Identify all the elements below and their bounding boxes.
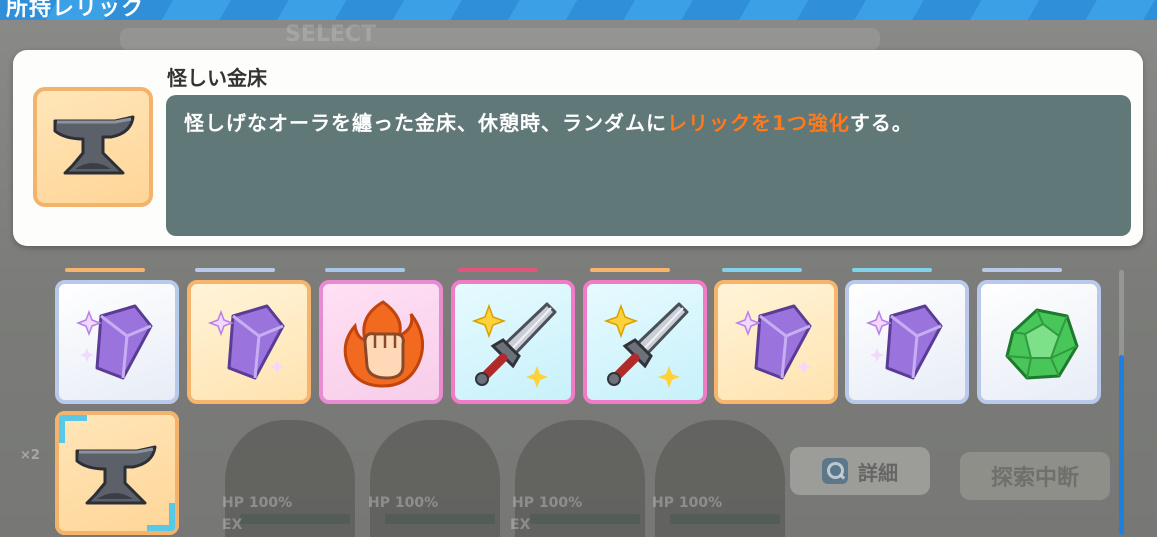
fire-fist-icon (343, 300, 425, 388)
grid-row-accent (458, 268, 538, 272)
background-select-label: SELECT (285, 22, 377, 47)
relic-slot[interactable] (977, 280, 1101, 404)
party-member-hp-label: HP 100% (222, 495, 293, 511)
background-count-badge: ×2 (20, 448, 40, 463)
grid-row-accent (590, 268, 670, 272)
relic-description: 怪しげなオーラを纏った金床、休憩時、ランダムにレリックを1つ強化する。 (184, 111, 913, 135)
detail-button[interactable]: 詳細 (790, 447, 930, 495)
background-select-bar (120, 28, 880, 50)
party-member-ex-label: EX (510, 517, 531, 533)
relic-slot-selected[interactable] (55, 411, 179, 535)
green-gem-icon (1005, 308, 1079, 380)
grid-row-accent (195, 268, 275, 272)
grid-row-accent (65, 268, 145, 272)
relic-slot[interactable] (845, 280, 969, 404)
screen-title: 所持レリック (6, 0, 145, 21)
relic-slot[interactable] (55, 280, 179, 404)
anvil-icon (53, 115, 135, 175)
party-member-hp-label: HP 100% (368, 495, 439, 511)
suspend-exploration-button[interactable]: 探索中断 (960, 452, 1110, 500)
grid-row-accent (325, 268, 405, 272)
relic-detail-panel: 怪しい金床 怪しげなオーラを纏った金床、休憩時、ランダムにレリックを1つ強化する… (13, 50, 1143, 246)
party-member-hp-bar (670, 514, 780, 524)
relic-slot[interactable] (451, 280, 575, 404)
party-member-hp-label: HP 100% (652, 495, 723, 511)
grid-row-accent (852, 268, 932, 272)
party-member-hp-label: HP 100% (512, 495, 583, 511)
magnifier-icon (822, 458, 848, 484)
party-member-ex-label: EX (222, 517, 243, 533)
purple-crystal-icon (75, 304, 153, 380)
relic-slot[interactable] (319, 280, 443, 404)
purple-crystal-icon (207, 304, 285, 380)
relic-slot[interactable] (714, 280, 838, 404)
selected-relic-name: 怪しい金床 (167, 66, 267, 90)
relic-slot[interactable] (187, 280, 311, 404)
grid-row-accent (982, 268, 1062, 272)
sparkle-sword-icon (603, 302, 689, 388)
party-member-hp-bar (240, 514, 350, 524)
party-member-hp-bar (385, 514, 495, 524)
relic-slot[interactable] (583, 280, 707, 404)
relic-description-box: 怪しげなオーラを纏った金床、休憩時、ランダムにレリックを1つ強化する。 (166, 95, 1131, 236)
suspend-exploration-label: 探索中断 (990, 466, 1079, 491)
detail-button-label: 詳細 (858, 460, 898, 485)
selected-relic-icon-frame (33, 87, 153, 207)
grid-row-accent (722, 268, 802, 272)
purple-crystal-icon (865, 304, 943, 380)
relic-list-scroll-thumb[interactable] (1119, 355, 1124, 535)
relic-description-highlight: レリックを1つ強化 (667, 111, 850, 135)
sparkle-sword-icon (471, 302, 557, 388)
purple-crystal-icon (734, 304, 812, 380)
anvil-icon (75, 445, 157, 505)
party-member-hp-bar (530, 514, 640, 524)
screen-header-bar: 所持レリック (0, 0, 1157, 21)
